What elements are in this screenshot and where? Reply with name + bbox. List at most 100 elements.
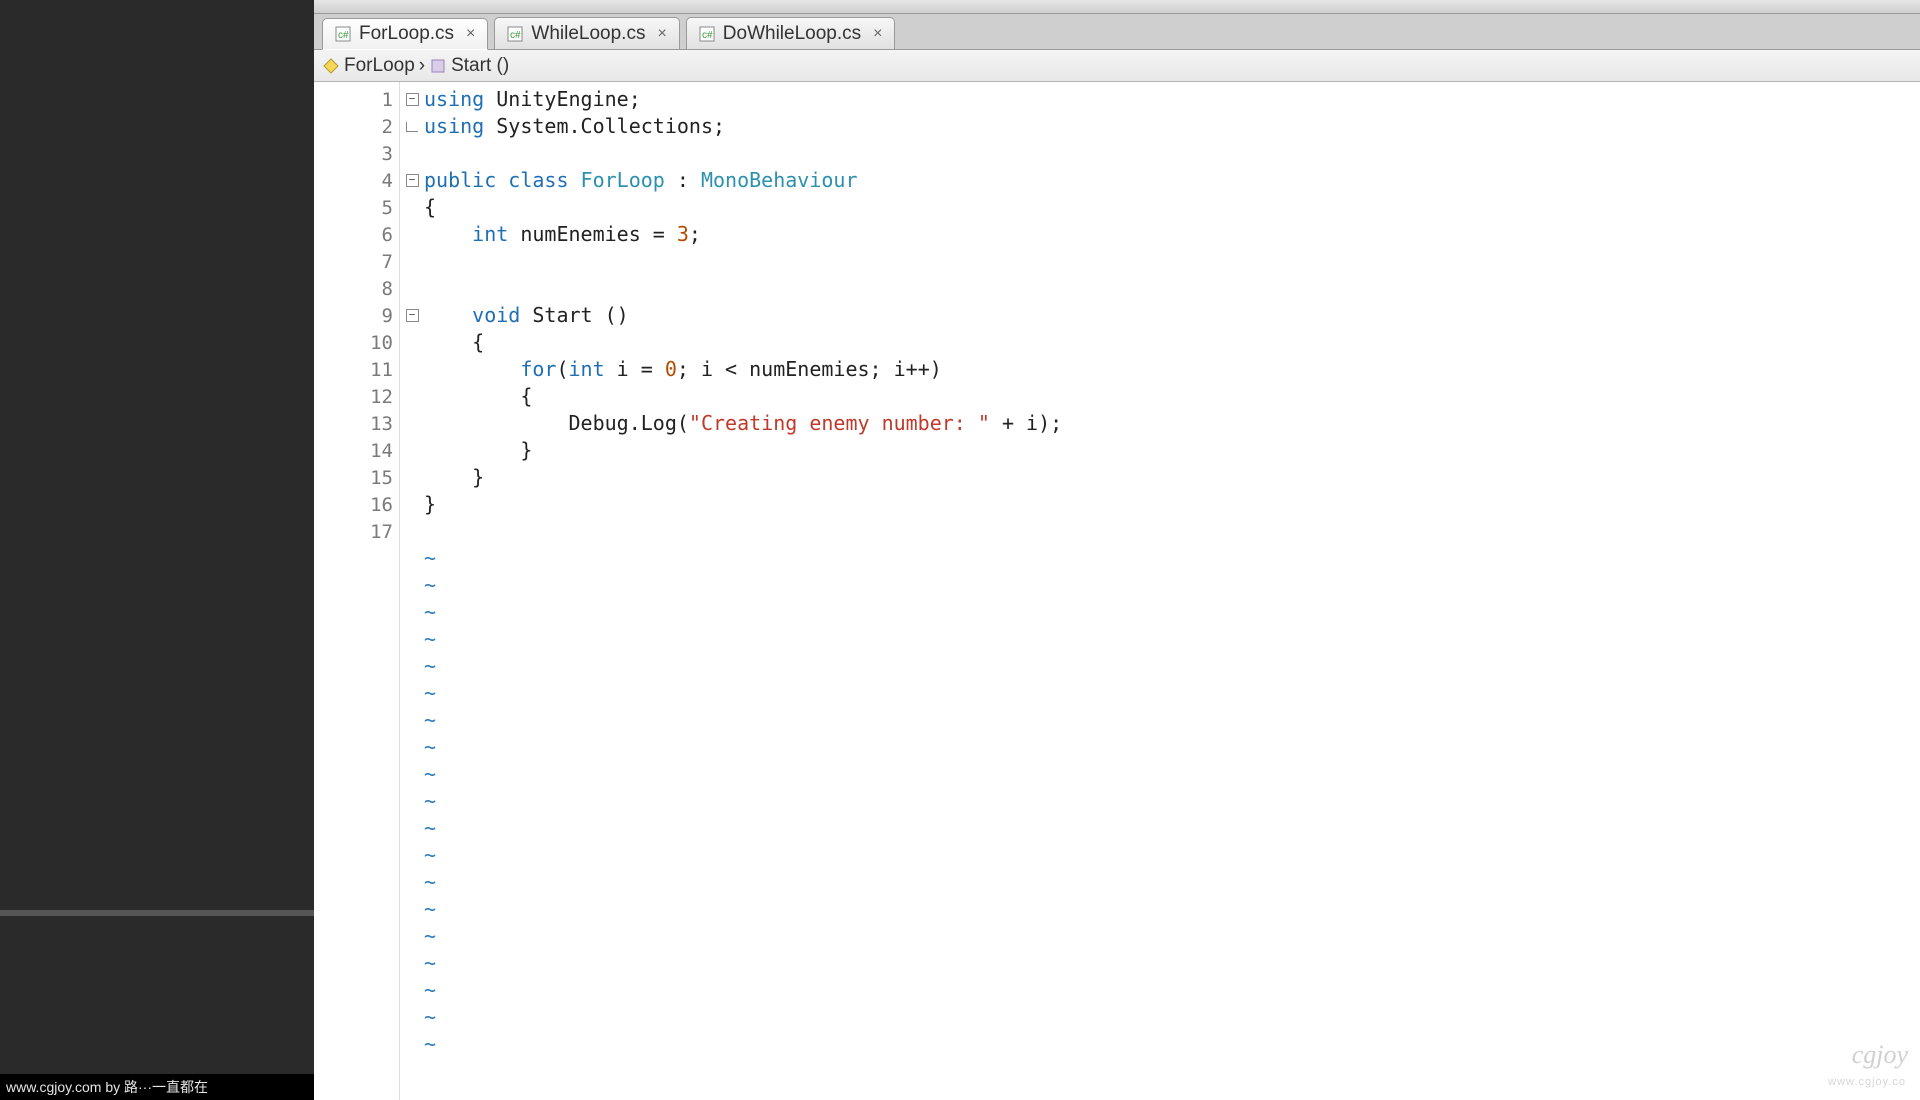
code-line[interactable]: }	[424, 464, 1920, 491]
code-line[interactable]: public class ForLoop : MonoBehaviour	[424, 167, 1920, 194]
breadcrumb[interactable]: ForLoop › Start ()	[314, 50, 1920, 82]
sidebar-splitter[interactable]	[0, 910, 314, 916]
line-number: 17	[314, 518, 399, 545]
empty-line-tilde: ~	[424, 599, 1920, 626]
toolbar-strip	[314, 0, 1920, 14]
close-icon[interactable]: ×	[466, 25, 475, 43]
empty-line-tilde: ~	[424, 950, 1920, 977]
empty-line-tilde: ~	[424, 734, 1920, 761]
code-line[interactable]: using System.Collections;	[424, 113, 1920, 140]
code-line[interactable]: for(int i = 0; i < numEnemies; i++)	[424, 356, 1920, 383]
empty-line-tilde: ~	[424, 842, 1920, 869]
empty-line-tilde: ~	[424, 896, 1920, 923]
code-line[interactable]: using UnityEngine;	[424, 86, 1920, 113]
line-number: 16	[314, 491, 399, 518]
empty-line-tilde: ~	[424, 788, 1920, 815]
csharp-file-icon: c#	[335, 26, 351, 42]
line-number: 3	[314, 140, 399, 167]
fold-cell	[400, 518, 424, 545]
fold-end-icon	[406, 122, 418, 132]
empty-line-tilde: ~	[424, 653, 1920, 680]
left-sidebar: www.cgjoy.com by 路···一直都在	[0, 0, 314, 1100]
tab-label: WhileLoop.cs	[531, 23, 645, 45]
tab-whileloop[interactable]: c# WhileLoop.cs ×	[494, 17, 679, 49]
empty-line-tilde: ~	[424, 572, 1920, 599]
empty-line-tilde: ~	[424, 707, 1920, 734]
fold-cell[interactable]: −	[400, 302, 424, 329]
code-line[interactable]: void Start ()	[424, 302, 1920, 329]
fold-cell	[400, 221, 424, 248]
empty-line-tilde: ~	[424, 977, 1920, 1004]
editor-area: c# ForLoop.cs × c# WhileLoop.cs × c# DoW…	[314, 0, 1920, 1100]
empty-line-tilde: ~	[424, 815, 1920, 842]
empty-line-tilde: ~	[424, 1031, 1920, 1058]
fold-cell[interactable]: −	[400, 167, 424, 194]
csharp-file-icon: c#	[699, 26, 715, 42]
line-number: 4	[314, 167, 399, 194]
line-number: 2	[314, 113, 399, 140]
fold-cell	[400, 464, 424, 491]
csharp-file-icon: c#	[507, 26, 523, 42]
close-icon[interactable]: ×	[657, 25, 666, 43]
fold-minus-icon[interactable]: −	[406, 174, 419, 187]
line-number: 14	[314, 437, 399, 464]
watermark-url: www.cgjoy.co	[1828, 1076, 1906, 1088]
class-icon	[322, 57, 340, 75]
line-number: 6	[314, 221, 399, 248]
code-line[interactable]: }	[424, 491, 1920, 518]
line-number: 1	[314, 86, 399, 113]
fold-cell	[400, 140, 424, 167]
fold-minus-icon[interactable]: −	[406, 93, 419, 106]
tab-bar: c# ForLoop.cs × c# WhileLoop.cs × c# DoW…	[314, 14, 1920, 50]
line-number: 5	[314, 194, 399, 221]
empty-line-tilde: ~	[424, 545, 1920, 572]
chevron-right-icon: ›	[419, 55, 425, 77]
fold-cell	[400, 437, 424, 464]
code-line[interactable]: {	[424, 329, 1920, 356]
code-line[interactable]: {	[424, 194, 1920, 221]
code-line[interactable]	[424, 140, 1920, 167]
fold-cell	[400, 329, 424, 356]
empty-line-tilde: ~	[424, 869, 1920, 896]
breadcrumb-class: ForLoop	[344, 55, 415, 77]
empty-line-tilde: ~	[424, 626, 1920, 653]
fold-cell	[400, 113, 424, 140]
line-number: 7	[314, 248, 399, 275]
line-number: 11	[314, 356, 399, 383]
fold-gutter: − − −	[400, 82, 424, 1100]
fold-cell	[400, 248, 424, 275]
svg-text:c#: c#	[702, 30, 713, 41]
code-line[interactable]: {	[424, 383, 1920, 410]
code-line[interactable]: int numEnemies = 3;	[424, 221, 1920, 248]
line-number: 9	[314, 302, 399, 329]
fold-minus-icon[interactable]: −	[406, 309, 419, 322]
line-number: 10	[314, 329, 399, 356]
tab-label: DoWhileLoop.cs	[723, 23, 861, 45]
line-number-gutter: 1234567891011121314151617	[314, 82, 400, 1100]
svg-text:c#: c#	[510, 30, 521, 41]
line-number: 15	[314, 464, 399, 491]
code-line[interactable]	[424, 275, 1920, 302]
code-line[interactable]	[424, 248, 1920, 275]
footer-text: www.cgjoy.com by 路···一直都在	[0, 1074, 314, 1100]
tab-forloop[interactable]: c# ForLoop.cs ×	[322, 18, 488, 50]
close-icon[interactable]: ×	[873, 25, 882, 43]
fold-cell[interactable]: −	[400, 86, 424, 113]
tab-dowhileloop[interactable]: c# DoWhileLoop.cs ×	[686, 17, 896, 49]
method-icon	[429, 57, 447, 75]
tab-label: ForLoop.cs	[359, 23, 454, 45]
line-number: 12	[314, 383, 399, 410]
breadcrumb-method: Start ()	[451, 55, 509, 77]
empty-line-tilde: ~	[424, 680, 1920, 707]
fold-cell	[400, 356, 424, 383]
fold-cell	[400, 410, 424, 437]
code-line[interactable]: Debug.Log("Creating enemy number: " + i)…	[424, 410, 1920, 437]
code-editor[interactable]: 1234567891011121314151617 −−− using Unit…	[314, 82, 1920, 1100]
code-line[interactable]: }	[424, 437, 1920, 464]
empty-line-tilde: ~	[424, 923, 1920, 950]
svg-text:c#: c#	[338, 30, 349, 41]
code-line[interactable]	[424, 518, 1920, 545]
line-number: 8	[314, 275, 399, 302]
fold-cell	[400, 491, 424, 518]
code-content[interactable]: using UnityEngine;using System.Collectio…	[424, 82, 1920, 1100]
